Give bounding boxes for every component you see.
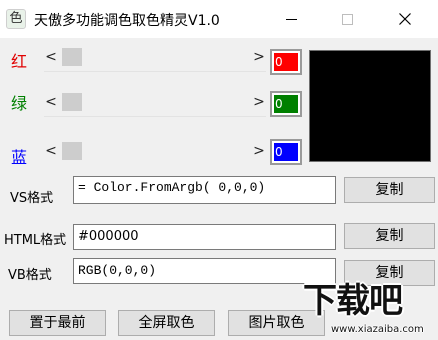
vs-format-field[interactable]: = Color.FromArgb( 0,0,0): [73, 176, 336, 204]
green-swatch-color: 0: [273, 94, 299, 114]
green-slider-left-arrow-icon[interactable]: <: [44, 93, 58, 111]
green-slider-track[interactable]: [62, 93, 248, 111]
green-value: 0: [275, 97, 283, 111]
red-slider[interactable]: < >: [44, 46, 266, 72]
maximize-icon: [341, 13, 353, 25]
top-most-button[interactable]: 置于最前: [9, 310, 106, 336]
divider: [44, 116, 266, 117]
html-format-label: HTML格式: [4, 233, 67, 248]
red-slider-right-arrow-icon[interactable]: >: [252, 48, 266, 66]
window-title: 天傲多功能调色取色精灵V1.0: [34, 13, 220, 29]
red-label: 红: [11, 52, 28, 71]
color-preview: [309, 50, 431, 162]
screen-pick-button[interactable]: 全屏取色: [118, 310, 215, 336]
red-slider-track[interactable]: [62, 48, 248, 66]
watermark-url: www.xiazaiba.com: [331, 324, 424, 335]
divider: [44, 71, 266, 72]
red-value: 0: [275, 55, 283, 69]
red-slider-thumb[interactable]: [62, 48, 82, 66]
app-icon: 色: [6, 9, 26, 29]
html-copy-button[interactable]: 复制: [344, 223, 435, 249]
red-swatch-color: 0: [273, 52, 299, 72]
title-bar: 色 天傲多功能调色取色精灵V1.0: [0, 0, 438, 38]
watermark-logo: 下载吧 www.xiazaiba.com: [303, 281, 438, 340]
blue-swatch-color: 0: [273, 142, 299, 162]
vs-format-label: VS格式: [10, 191, 54, 206]
red-swatch: 0: [270, 49, 302, 75]
blue-slider-right-arrow-icon[interactable]: >: [252, 142, 266, 160]
green-swatch: 0: [270, 91, 302, 117]
close-button[interactable]: [382, 0, 428, 38]
green-slider[interactable]: < >: [44, 91, 266, 117]
vb-format-field[interactable]: RGB(0,0,0): [73, 258, 336, 284]
minimize-icon: [285, 18, 297, 20]
red-slider-left-arrow-icon[interactable]: <: [44, 48, 58, 66]
blue-value: 0: [275, 145, 283, 159]
html-format-field[interactable]: #000000: [73, 224, 336, 250]
blue-label: 蓝: [11, 148, 28, 167]
close-icon: [399, 13, 411, 25]
vs-copy-button[interactable]: 复制: [344, 177, 435, 203]
maximize-button[interactable]: [324, 0, 370, 38]
blue-slider-thumb[interactable]: [62, 142, 82, 160]
green-slider-thumb[interactable]: [62, 93, 82, 111]
blue-slider-left-arrow-icon[interactable]: <: [44, 142, 58, 160]
green-label: 绿: [11, 94, 28, 113]
blue-swatch: 0: [270, 139, 302, 165]
watermark-text: 下载吧: [303, 281, 403, 321]
minimize-button[interactable]: [268, 0, 314, 38]
vb-format-label: VB格式: [8, 268, 52, 283]
blue-slider[interactable]: < >: [44, 140, 266, 162]
green-slider-right-arrow-icon[interactable]: >: [252, 93, 266, 111]
blue-slider-track[interactable]: [62, 142, 248, 160]
